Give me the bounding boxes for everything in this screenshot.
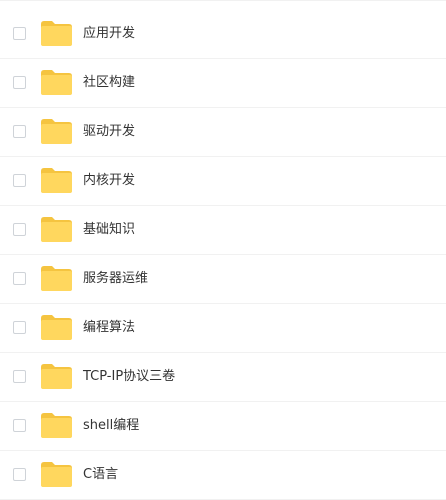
select-checkbox[interactable] [13, 468, 26, 481]
folder-name[interactable]: shell编程 [83, 417, 139, 435]
select-checkbox[interactable] [13, 76, 26, 89]
folder-icon[interactable] [41, 119, 72, 144]
folder-icon[interactable] [41, 21, 72, 46]
list-item[interactable]: 内核开发 [0, 157, 446, 206]
folder-icon[interactable] [41, 413, 72, 438]
folder-icon[interactable] [41, 266, 72, 291]
select-checkbox[interactable] [13, 27, 26, 40]
list-item[interactable]: 编程算法 [0, 304, 446, 353]
folder-name[interactable]: 社区构建 [83, 74, 135, 92]
list-item[interactable]: 驱动开发 [0, 108, 446, 157]
folder-icon[interactable] [41, 70, 72, 95]
folder-icon[interactable] [41, 168, 72, 193]
list-item[interactable]: 社区构建 [0, 59, 446, 108]
folder-icon[interactable] [41, 217, 72, 242]
select-checkbox[interactable] [13, 125, 26, 138]
folder-icon[interactable] [41, 315, 72, 340]
folder-name[interactable]: 内核开发 [83, 172, 135, 190]
list-item[interactable]: 服务器运维 [0, 255, 446, 304]
folder-name[interactable]: 编程算法 [83, 319, 135, 337]
folder-name[interactable]: 应用开发 [83, 25, 135, 43]
select-checkbox[interactable] [13, 223, 26, 236]
folder-name[interactable]: 基础知识 [83, 221, 135, 239]
folder-icon[interactable] [41, 462, 72, 487]
file-list: 应用开发 社区构建 驱动开发 内核开发 基础知识 服务器运维 编程算法 TCP-… [0, 0, 446, 500]
list-item[interactable]: 应用开发 [0, 10, 446, 59]
select-checkbox[interactable] [13, 419, 26, 432]
folder-icon[interactable] [41, 364, 72, 389]
folder-name[interactable]: TCP-IP协议三卷 [83, 368, 175, 386]
select-checkbox[interactable] [13, 272, 26, 285]
list-item[interactable]: shell编程 [0, 402, 446, 451]
folder-name[interactable]: 驱动开发 [83, 123, 135, 141]
list-item[interactable]: TCP-IP协议三卷 [0, 353, 446, 402]
folder-name[interactable]: 服务器运维 [83, 270, 148, 288]
list-item[interactable]: 基础知识 [0, 206, 446, 255]
select-checkbox[interactable] [13, 321, 26, 334]
select-checkbox[interactable] [13, 370, 26, 383]
folder-name[interactable]: C语言 [83, 466, 118, 484]
select-checkbox[interactable] [13, 174, 26, 187]
